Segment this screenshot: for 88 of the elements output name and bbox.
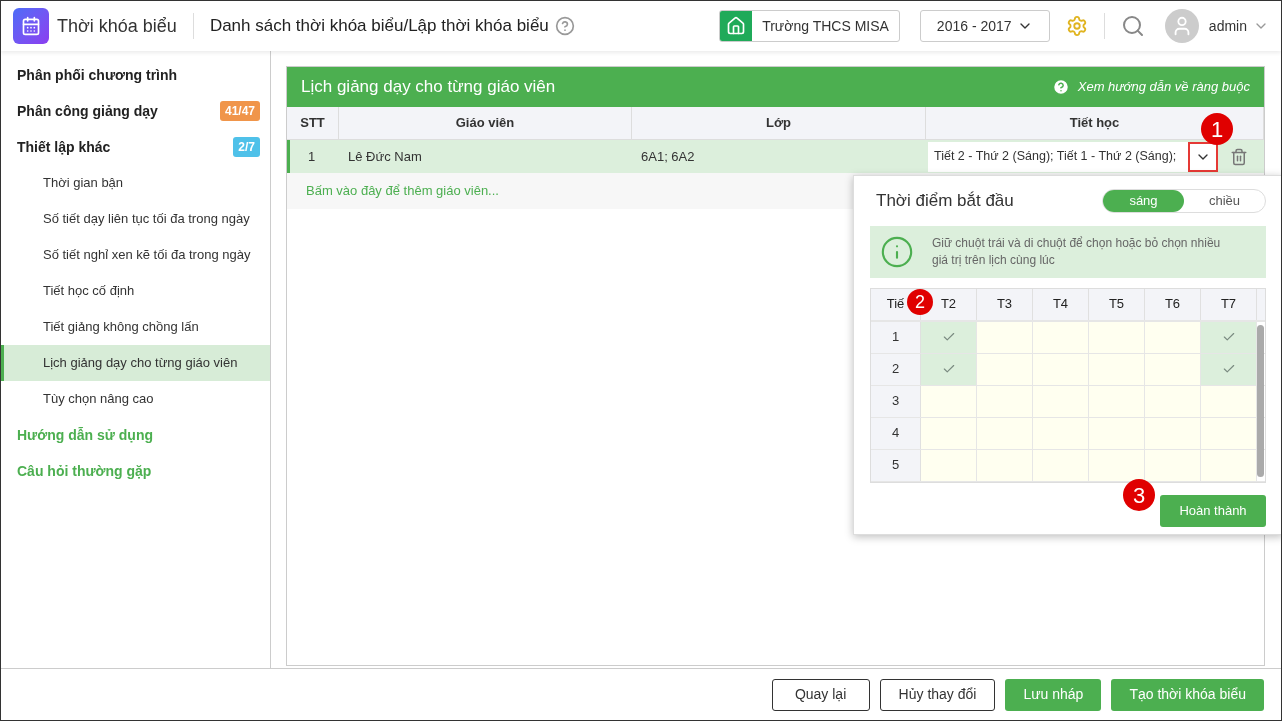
schedule-cell[interactable]: [1089, 417, 1145, 449]
sidebar-item[interactable]: Phân công giảng dạy 41/47: [1, 93, 270, 129]
sidebar-item[interactable]: Tùy chọn nâng cao: [1, 381, 270, 417]
sidebar-label: Thiết lập khác: [17, 137, 111, 157]
table-cell-text: Lê Đức Nam: [347, 147, 423, 166]
info-icon: [880, 234, 914, 269]
sidebar-label: Phân công giảng dạy: [17, 101, 158, 121]
grid-header: T5: [1089, 288, 1145, 320]
schedule-cell[interactable]: [921, 353, 977, 385]
schedule-cell[interactable]: [977, 449, 1033, 481]
schedule-cell[interactable]: [1201, 417, 1257, 449]
column-header: Giáo viên: [339, 107, 632, 139]
sidebar-item[interactable]: Số tiết dạy liên tục tối đa trong ngày: [1, 201, 270, 237]
count-badge: 41/47: [219, 101, 260, 121]
schedule-cell[interactable]: [921, 417, 977, 449]
sidebar-item[interactable]: Số tiết nghỉ xen kẽ tối đa trong ngày: [1, 237, 270, 273]
sidebar-item[interactable]: Lịch giảng dạy cho từng giáo viên: [1, 345, 270, 381]
schedule-cell[interactable]: [1145, 449, 1201, 481]
app-title: Thời khóa biểu: [57, 14, 177, 38]
page-title: Danh sách thời khóa biểu/Lập thời khóa biểu: [209, 15, 549, 38]
schedule-cell[interactable]: [1089, 449, 1145, 481]
column-header: STT: [287, 107, 339, 139]
user-name[interactable]: admin: [1208, 15, 1247, 37]
sidebar-label: Phân phối chương trình: [17, 65, 178, 85]
schedule-cell[interactable]: [977, 417, 1033, 449]
table-cell-text: 1: [307, 147, 317, 166]
period-number: 1: [871, 321, 921, 353]
panel-title: Lịch giảng dạy cho từng giáo viên: [301, 76, 556, 99]
sidebar-item[interactable]: Thiết lập khác 2/7: [1, 129, 270, 165]
periods-field[interactable]: Tiết 2 - Thứ 2 (Sáng); Tiết 1 - Thứ 2 (Sáng);: [928, 141, 1188, 172]
check-icon: [1221, 330, 1236, 344]
scrollbar[interactable]: [1257, 324, 1264, 477]
period-number: 3: [871, 385, 921, 417]
footer-button[interactable]: Quay lại: [771, 678, 870, 711]
column-header: Lớp: [632, 107, 926, 139]
school-button[interactable]: Trường THCS MISA: [719, 10, 900, 42]
check-icon: [1221, 362, 1236, 376]
schedule-cell[interactable]: [977, 353, 1033, 385]
schedule-cell[interactable]: [977, 385, 1033, 417]
settings-icon[interactable]: [1065, 15, 1088, 37]
period-number: 2: [871, 353, 921, 385]
schedule-cell[interactable]: [1089, 385, 1145, 417]
footer-button[interactable]: Hủy thay đổi: [879, 678, 996, 711]
sidebar-item[interactable]: Phân phối chương trình: [1, 57, 270, 93]
schedule-cell[interactable]: [921, 449, 977, 481]
schedule-cell[interactable]: [921, 385, 977, 417]
table-row[interactable]: 1 Lê Đức Nam 6A1; 6A2 Tiết 2 - Thứ 2 (Sáng); Tiết 1 - Thứ 2 (Sáng);: [287, 140, 1264, 173]
sidebar-item[interactable]: Thời gian bận: [1, 165, 270, 201]
schedule-cell[interactable]: [1089, 353, 1145, 385]
schedule-cell[interactable]: [921, 321, 977, 353]
schedule-cell[interactable]: [1033, 449, 1089, 481]
grid-header: T6: [1145, 288, 1201, 320]
schedule-cell[interactable]: [1145, 321, 1201, 353]
avatar-icon[interactable]: [1164, 9, 1199, 43]
delete-icon[interactable]: [1230, 147, 1248, 166]
schedule-cell[interactable]: [1033, 353, 1089, 385]
schedule-cell[interactable]: [977, 321, 1033, 353]
year-dropdown[interactable]: 2016 - 2017: [919, 10, 1050, 42]
grid-header: T7: [1201, 288, 1257, 320]
schedule-cell[interactable]: [1201, 321, 1257, 353]
check-icon: [941, 330, 956, 344]
grid-header: T3: [977, 288, 1033, 320]
schedule-cell[interactable]: [1145, 353, 1201, 385]
info-text: Giữ chuột trái và di chuột để chọn hoặc bỏ chọn nhiều giá trị trên lịch cùng lúc: [932, 234, 1222, 269]
table-cell-text: 6A1; 6A2: [640, 147, 696, 166]
help-icon: [1051, 78, 1070, 96]
schedule-cell[interactable]: [1145, 417, 1201, 449]
count-badge: 2/7: [233, 137, 260, 157]
sidebar-item[interactable]: Tiết giảng không chồng lấn: [1, 309, 270, 345]
grid-header: T4: [1033, 288, 1089, 320]
help-icon[interactable]: [554, 16, 575, 36]
period-number: 4: [871, 417, 921, 449]
house-icon: [726, 16, 747, 36]
schedule-cell[interactable]: [1145, 385, 1201, 417]
schedule-cell[interactable]: [1201, 385, 1257, 417]
sidebar-item[interactable]: Tiết học cố định: [1, 273, 270, 309]
schedule-cell[interactable]: [1033, 417, 1089, 449]
schedule-cell[interactable]: [1201, 449, 1257, 481]
period-number: 5: [871, 449, 921, 481]
popup-title: Thời điểm bắt đầu: [875, 190, 1014, 212]
toggle-option[interactable]: chiều: [1184, 189, 1265, 212]
schedule-cell[interactable]: [1033, 385, 1089, 417]
check-icon: [941, 362, 956, 376]
app-logo-icon: [13, 8, 49, 44]
schedule-cell[interactable]: [1089, 321, 1145, 353]
schedule-cell[interactable]: [1201, 353, 1257, 385]
dropdown-button[interactable]: [1188, 141, 1218, 172]
schedule-cell[interactable]: [1033, 321, 1089, 353]
